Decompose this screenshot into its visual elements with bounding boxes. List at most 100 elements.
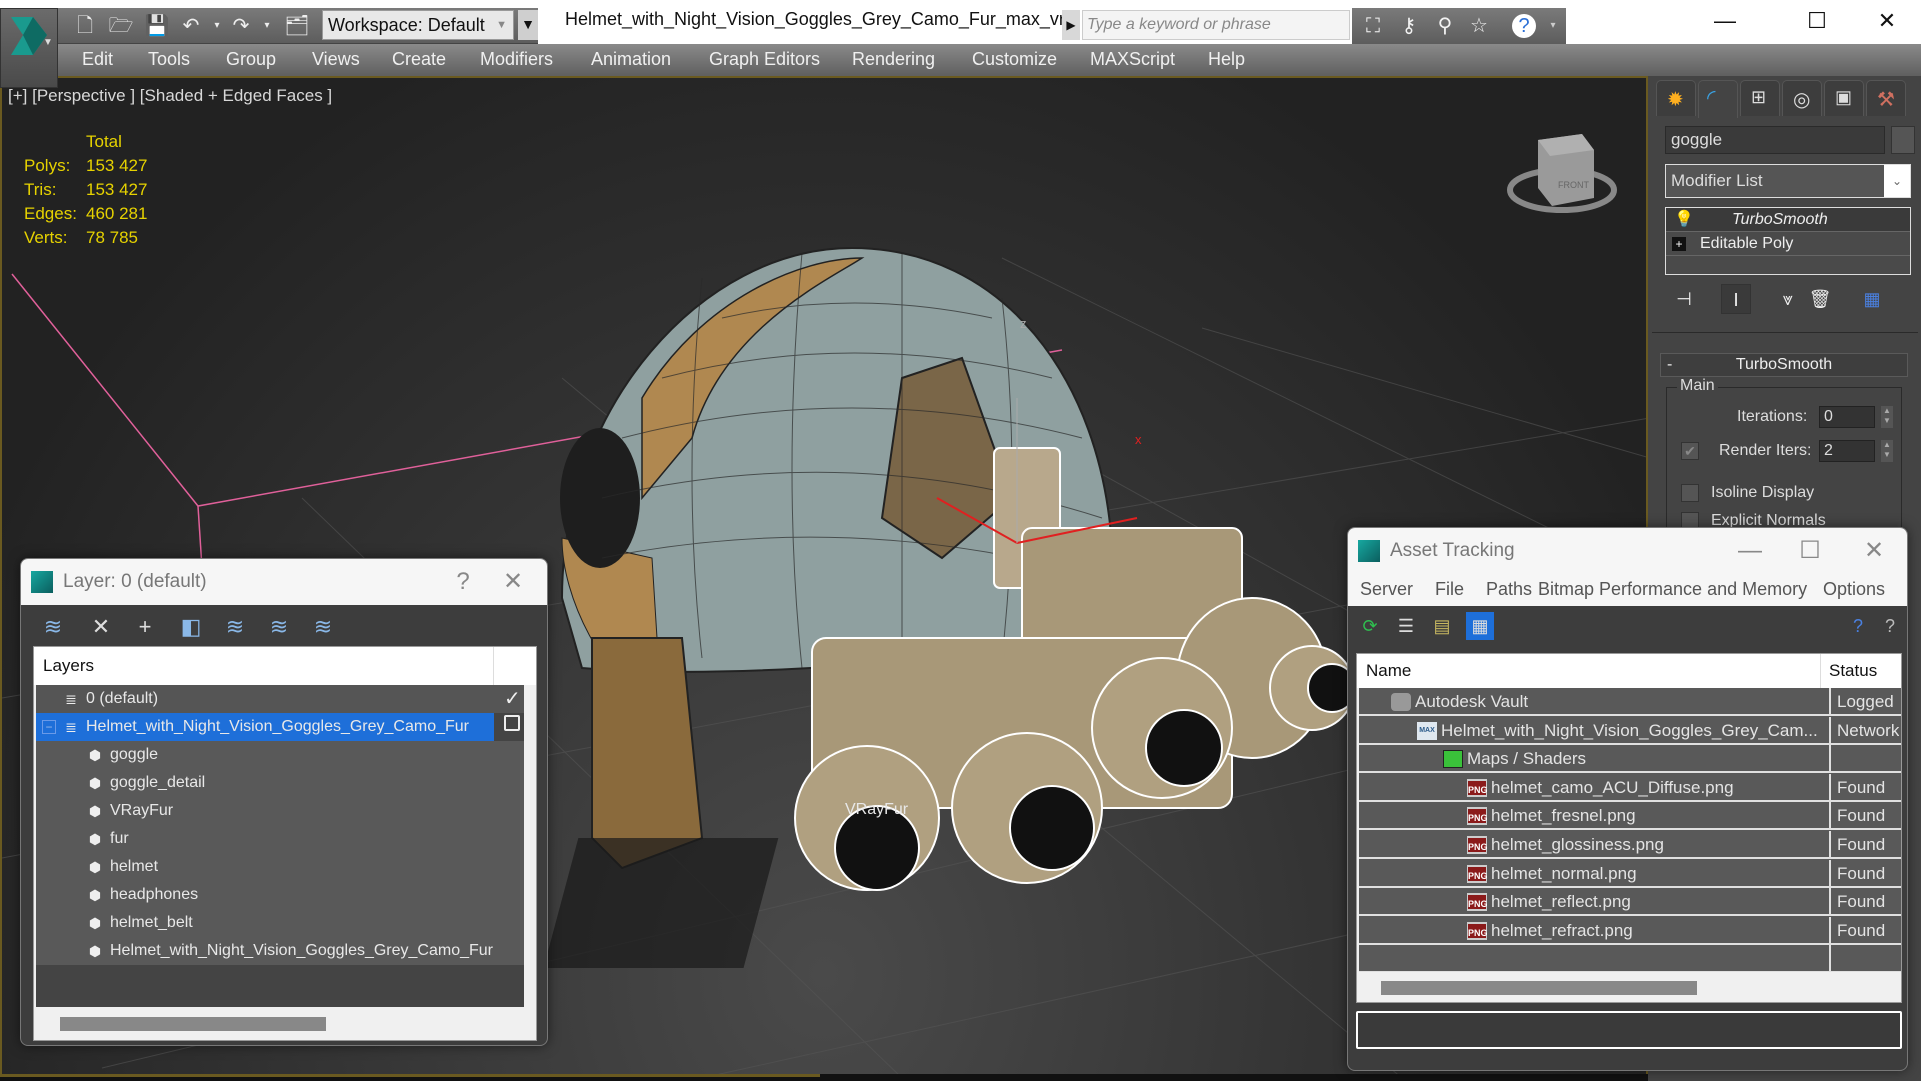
menu-group[interactable]: Group	[226, 49, 276, 70]
layer-settings-icon[interactable]: ≋	[309, 613, 337, 641]
stack-item-editable-poly[interactable]: + Editable Poly	[1666, 232, 1910, 256]
object-row[interactable]: ⬢ helmet_belt	[36, 909, 524, 937]
object-row[interactable]: ⬢ goggle_detail	[36, 769, 524, 797]
render-iters-spin-arrows[interactable]: ▲ ▼	[1881, 440, 1893, 462]
object-row[interactable]: ⬢ goggle	[36, 741, 524, 769]
object-name-field[interactable]: goggle	[1665, 126, 1885, 154]
set-current-layer-icon[interactable]: ≋	[265, 613, 293, 641]
menu-options[interactable]: Options	[1823, 579, 1885, 600]
asset-row[interactable]: Autodesk Vault Logged C	[1359, 688, 1901, 716]
show-end-result-icon[interactable]: Ⅰ	[1721, 284, 1751, 314]
layers-column-header[interactable]: Layers	[34, 647, 536, 685]
menu-customize[interactable]: Customize	[972, 49, 1057, 70]
expand-plus-icon[interactable]: +	[1672, 237, 1686, 251]
close-button[interactable]: ✕	[1854, 528, 1894, 574]
minimize-button[interactable]: —	[1702, 6, 1748, 36]
menu-modifiers[interactable]: Modifiers	[480, 49, 553, 70]
horizontal-scrollbar[interactable]	[34, 1007, 536, 1040]
column-name[interactable]: Name	[1366, 654, 1411, 688]
open-folder-icon[interactable]: 🗁	[108, 14, 134, 38]
pin-stack-icon[interactable]: ⊣	[1669, 284, 1699, 314]
make-unique-icon[interactable]: ⩔	[1773, 284, 1803, 314]
asset-row[interactable]	[1359, 945, 1901, 974]
modifier-list-dropdown[interactable]: Modifier List ⌄	[1665, 164, 1911, 198]
maximize-button[interactable]: ☐	[1790, 528, 1830, 574]
menu-edit[interactable]: Edit	[82, 49, 113, 70]
isoline-display-checkbox[interactable]	[1681, 484, 1699, 502]
close-button[interactable]: ✕	[1864, 6, 1910, 36]
object-row[interactable]: ⬢ VRayFur	[36, 797, 524, 825]
star-favorites-icon[interactable]: ☆	[1466, 14, 1492, 38]
asset-row[interactable]: PNG helmet_camo_ACU_Diffuse.png Found	[1359, 773, 1901, 802]
delete-layer-icon[interactable]: ✕	[87, 613, 115, 641]
project-folder-icon[interactable]: 🗂	[284, 14, 310, 38]
rollout-header[interactable]: - TurboSmooth	[1660, 353, 1908, 377]
new-file-icon[interactable]: 🗋	[72, 14, 98, 38]
horizontal-scrollbar[interactable]	[1357, 972, 1901, 1002]
binoculars-search-icon[interactable]: ⛶	[1360, 14, 1386, 38]
menu-maxscript[interactable]: MAXScript	[1090, 49, 1175, 70]
collapse-minus-icon[interactable]: −	[42, 720, 56, 734]
add-to-layer-icon[interactable]: +	[131, 613, 159, 641]
maximize-button[interactable]: ☐	[1794, 6, 1840, 36]
online-help-icon[interactable]: ?	[1844, 612, 1872, 640]
menu-server[interactable]: Server	[1360, 579, 1413, 600]
iterations-spin-arrows[interactable]: ▲ ▼	[1881, 406, 1893, 428]
select-objects-in-layer-icon[interactable]: ◧	[177, 613, 205, 641]
configure-modifier-sets-icon[interactable]: ▦	[1857, 284, 1887, 314]
help-icon[interactable]: ?	[1876, 612, 1904, 640]
column-status[interactable]: Status	[1829, 654, 1877, 688]
asset-row[interactable]: PNG helmet_reflect.png Found	[1359, 888, 1901, 917]
asset-row[interactable]: PNG helmet_refract.png Found	[1359, 916, 1901, 945]
search-input[interactable]: Type a keyword or phrase	[1082, 10, 1350, 40]
iterations-spinner[interactable]: 0	[1819, 406, 1875, 428]
render-iters-spinner[interactable]: 2	[1819, 440, 1875, 462]
undo-icon[interactable]: ↶	[178, 14, 204, 38]
menu-help[interactable]: Help	[1208, 49, 1245, 70]
menu-tools[interactable]: Tools	[148, 49, 190, 70]
utilities-tab[interactable]: ⚒	[1866, 80, 1906, 116]
minimize-button[interactable]: —	[1730, 528, 1770, 574]
table-view-icon[interactable]: ▦	[1466, 612, 1494, 640]
menu-views[interactable]: Views	[312, 49, 360, 70]
select-layer-icon[interactable]: ≋	[221, 613, 249, 641]
lightbulb-icon[interactable]: 💡	[1674, 208, 1694, 232]
object-color-swatch[interactable]	[1891, 126, 1915, 154]
list-view-icon[interactable]: ☰	[1392, 612, 1420, 640]
help-dropdown-icon[interactable]: ▾	[1540, 14, 1566, 38]
viewcube[interactable]: FRONT	[1507, 134, 1617, 213]
object-row[interactable]: ⬢ helmet	[36, 853, 524, 881]
help-icon[interactable]: ?	[1512, 14, 1536, 38]
menu-paths[interactable]: Paths	[1486, 579, 1532, 600]
remove-modifier-icon[interactable]: 🗑	[1805, 284, 1835, 314]
scrollbar-thumb[interactable]	[1381, 981, 1697, 995]
layer-row-helmet[interactable]: − ≣ Helmet_with_Night_Vision_Goggles_Grey_…	[36, 713, 494, 741]
create-tab[interactable]: ✹	[1656, 80, 1696, 116]
modify-tab[interactable]: ◜	[1698, 80, 1738, 118]
asset-row[interactable]: PNG helmet_glossiness.png Found	[1359, 831, 1901, 859]
menu-rendering[interactable]: Rendering	[852, 49, 935, 70]
scrollbar-thumb[interactable]	[60, 1017, 326, 1031]
layer-row-default[interactable]: ≣ 0 (default) ✓	[36, 685, 524, 713]
render-iters-checkbox[interactable]: ✔	[1681, 442, 1699, 460]
display-tab[interactable]: ▣	[1824, 80, 1864, 116]
close-button[interactable]: ✕	[493, 559, 533, 605]
set-current-box-icon[interactable]	[504, 715, 520, 731]
hierarchy-tab[interactable]: ⊞	[1740, 80, 1780, 116]
motion-tab[interactable]: ◎	[1782, 80, 1822, 116]
menu-bitmap-performance[interactable]: Bitmap Performance and Memory	[1538, 579, 1807, 600]
help-button[interactable]: ?	[443, 559, 483, 605]
tree-view-icon[interactable]: ▤	[1428, 612, 1456, 640]
current-layer-check-icon[interactable]: ✓	[504, 685, 521, 713]
menu-file[interactable]: File	[1435, 579, 1464, 600]
refresh-icon[interactable]: ⟳	[1356, 612, 1384, 640]
undo-dropdown-icon[interactable]: ▾	[204, 14, 230, 38]
menu-animation[interactable]: Animation	[591, 49, 671, 70]
menu-create[interactable]: Create	[392, 49, 446, 70]
redo-icon[interactable]: ↷	[228, 14, 254, 38]
menu-graph-editors[interactable]: Graph Editors	[709, 49, 820, 70]
object-row[interactable]: ⬢ fur	[36, 825, 524, 853]
viewport-label-menu[interactable]: [+] [Perspective ] [Shaded + Edged Faces…	[8, 86, 332, 106]
asset-row[interactable]: PNG helmet_fresnel.png Found	[1359, 802, 1901, 831]
satellite-icon[interactable]: ⚲	[1432, 14, 1458, 38]
